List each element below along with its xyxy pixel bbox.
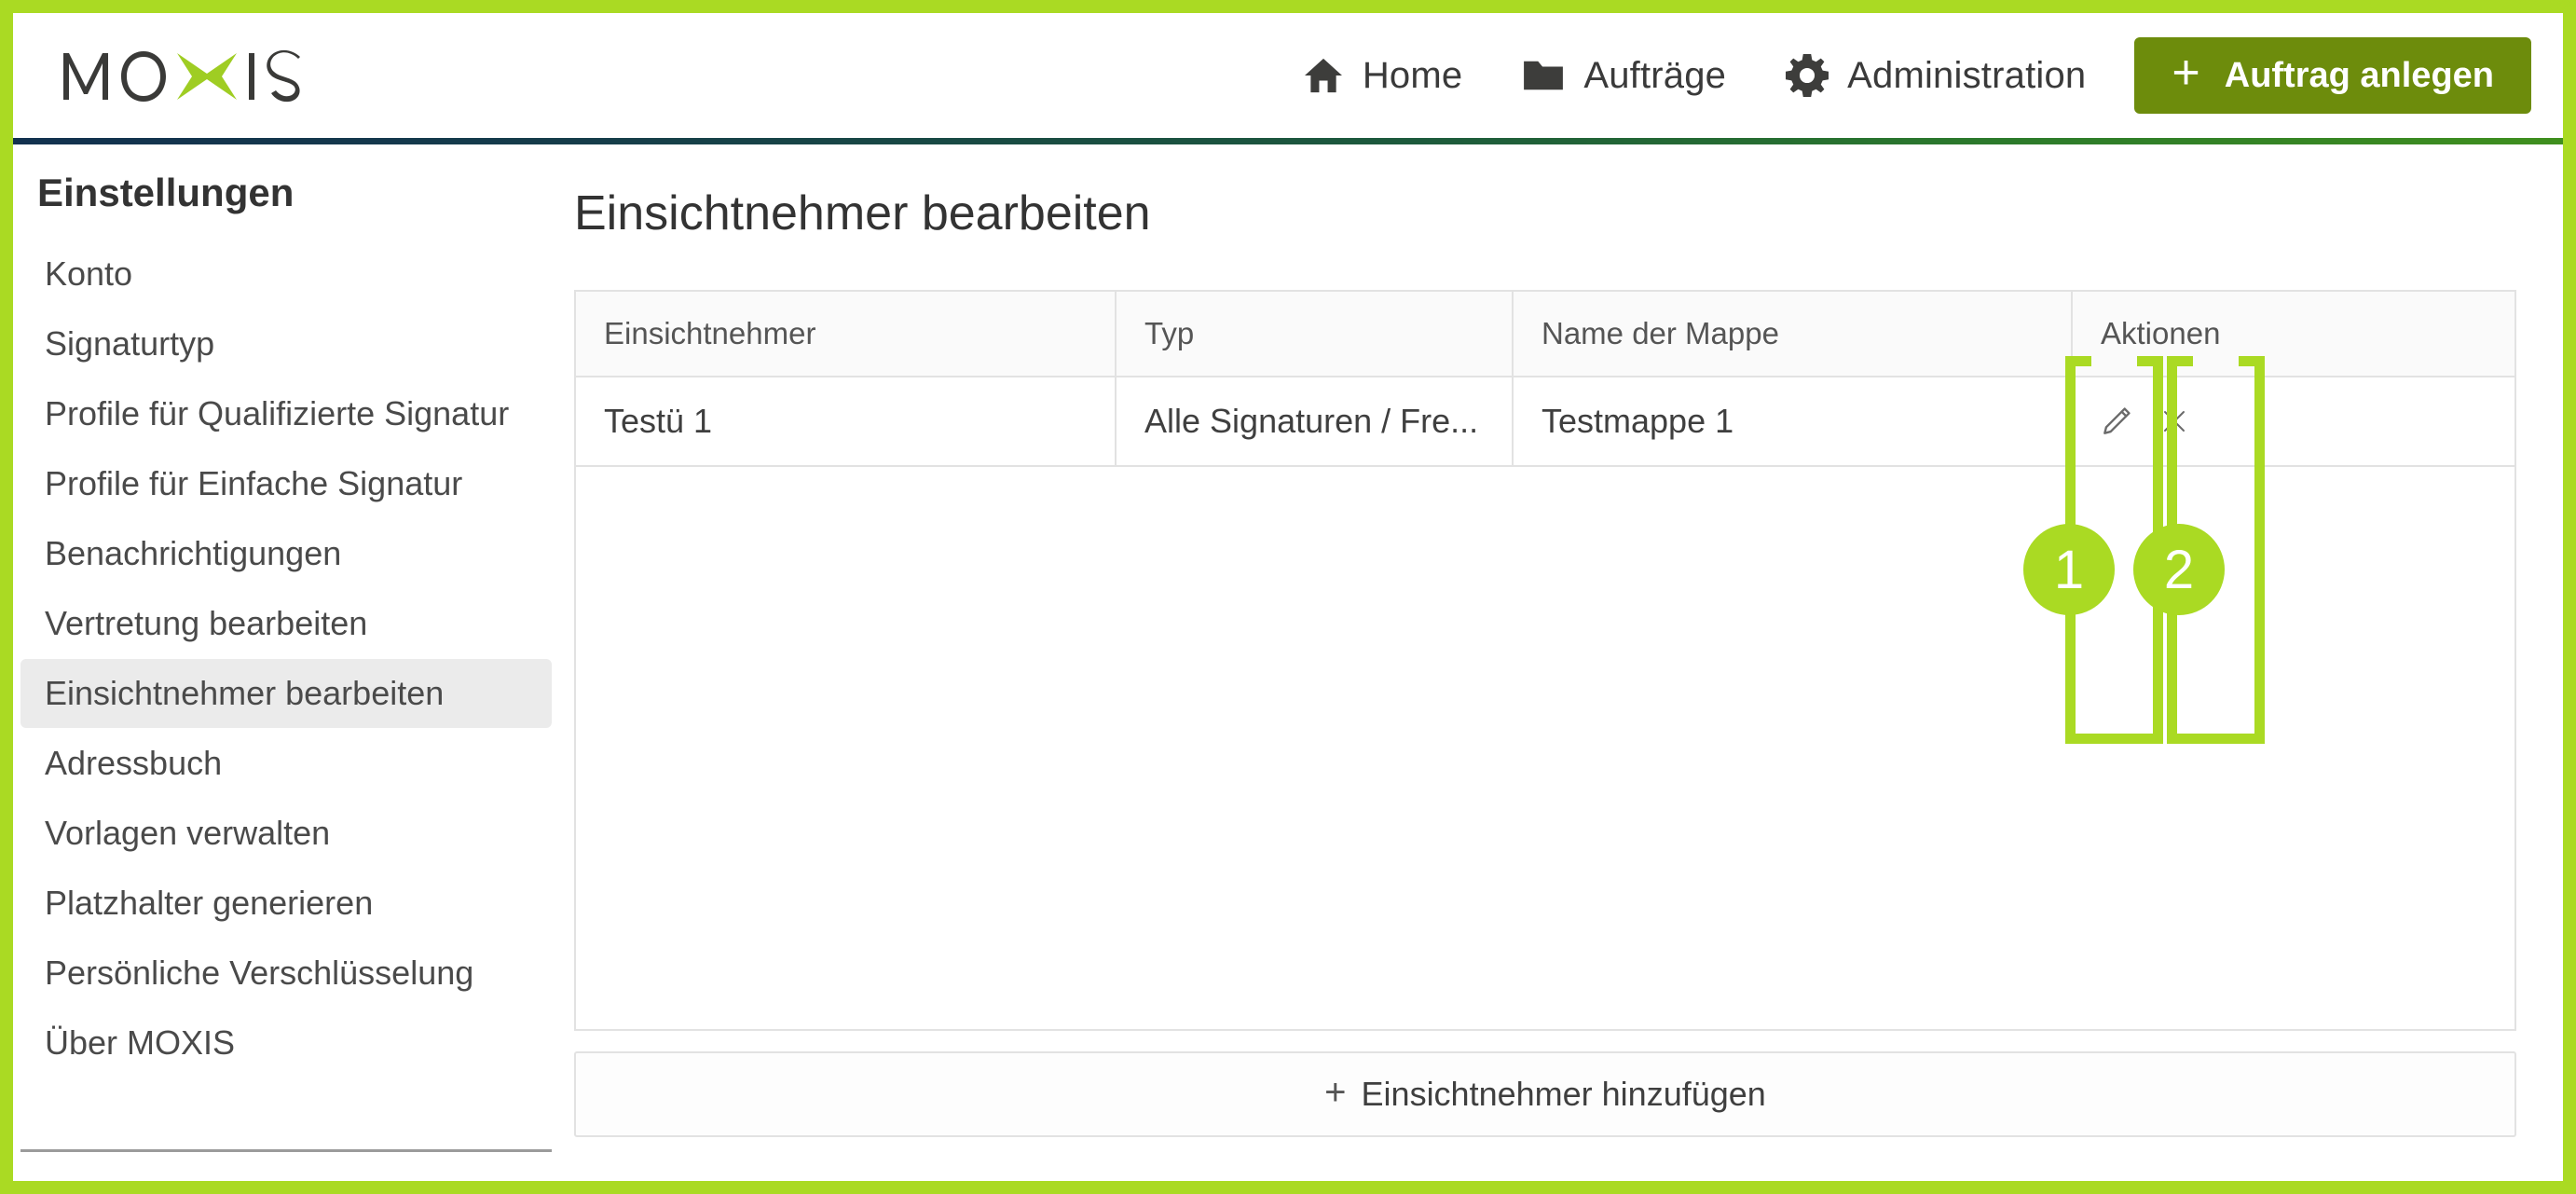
sidebar-item-profile-qualifizierte-signatur[interactable]: Profile für Qualifizierte Signatur <box>21 379 552 448</box>
table-header-row: Einsichtnehmer Typ Name der Mappe Aktion… <box>576 292 2514 377</box>
home-icon <box>1303 57 1344 94</box>
cell-typ: Alle Signaturen / Fre... <box>1117 377 1514 465</box>
nav-item-administration[interactable]: Administration <box>1786 54 2086 97</box>
column-header-aktionen: Aktionen <box>2101 316 2221 350</box>
gear-icon <box>1786 54 1829 97</box>
page-title: Einsichtnehmer bearbeiten <box>574 186 1151 240</box>
sidebar-item-vertretung-bearbeiten[interactable]: Vertretung bearbeiten <box>21 589 552 658</box>
sidebar-title: Einstellungen <box>37 171 295 214</box>
sidebar-item-ueber-moxis[interactable]: Über MOXIS <box>21 1009 552 1077</box>
settings-sidebar: Einstellungen Konto Signaturtyp Profile … <box>13 144 559 1181</box>
column-header-name-der-mappe: Name der Mappe <box>1514 292 2073 376</box>
einsichtnehmer-table: Einsichtnehmer Typ Name der Mappe Aktion… <box>574 290 2516 1031</box>
main-nav: Home Aufträge Administration <box>1303 54 2087 97</box>
annotation-badge-2: 2 <box>2133 524 2225 615</box>
edit-pencil-icon[interactable] <box>2088 382 2145 460</box>
cell-name-der-mappe: Testmappe 1 <box>1514 377 2073 465</box>
main-content: Einsichtnehmer bearbeiten Einsichtnehmer… <box>559 144 2563 1181</box>
nav-item-home[interactable]: Home <box>1303 55 1463 97</box>
sidebar-item-persoenliche-verschluesselung[interactable]: Persönliche Verschlüsselung <box>21 939 552 1008</box>
sidebar-item-benachrichtigungen[interactable]: Benachrichtigungen <box>21 519 552 588</box>
plus-icon: + <box>2172 45 2200 100</box>
sidebar-divider <box>21 1149 552 1152</box>
sidebar-item-profile-einfache-signatur[interactable]: Profile für Einfache Signatur <box>21 449 552 518</box>
add-einsichtnehmer-button[interactable]: + Einsichtnehmer hinzufügen <box>574 1051 2516 1137</box>
annotation-badge-1: 1 <box>2023 524 2115 615</box>
nav-item-home-label: Home <box>1362 54 1463 96</box>
moxis-logo[interactable] <box>58 13 337 138</box>
delete-x-icon[interactable] <box>2145 382 2203 460</box>
header-gradient-rule <box>13 138 2563 144</box>
cell-aktionen <box>2073 377 2514 465</box>
column-header-einsichtnehmer: Einsichtnehmer <box>576 292 1117 376</box>
cell-einsichtnehmer: Testü 1 <box>576 377 1117 465</box>
nav-item-auftraege[interactable]: Aufträge <box>1522 55 1726 97</box>
top-navigation-bar: Home Aufträge Administration + Auftrag a… <box>13 13 2563 138</box>
plus-icon: + <box>1324 1071 1347 1113</box>
sidebar-item-konto[interactable]: Konto <box>21 240 552 309</box>
sidebar-item-adressbuch[interactable]: Adressbuch <box>21 729 552 798</box>
sidebar-item-einsichtnehmer-bearbeiten[interactable]: Einsichtnehmer bearbeiten <box>21 659 552 728</box>
column-header-typ: Typ <box>1117 292 1514 376</box>
sidebar-item-vorlagen-verwalten[interactable]: Vorlagen verwalten <box>21 799 552 868</box>
nav-item-administration-label: Administration <box>1847 54 2087 96</box>
add-einsichtnehmer-button-label: Einsichtnehmer hinzufügen <box>1361 1075 1766 1113</box>
nav-item-auftraege-label: Aufträge <box>1583 54 1727 96</box>
create-order-button-label: Auftrag anlegen <box>2224 55 2494 95</box>
sidebar-item-signaturtyp[interactable]: Signaturtyp <box>21 309 552 378</box>
app-window: Home Aufträge Administration + Auftrag a… <box>0 0 2576 1194</box>
sidebar-item-platzhalter-generieren[interactable]: Platzhalter generieren <box>21 869 552 938</box>
table-row: Testü 1 Alle Signaturen / Fre... Testmap… <box>576 377 2514 467</box>
create-order-button[interactable]: + Auftrag anlegen <box>2134 37 2531 114</box>
page-body: Einstellungen Konto Signaturtyp Profile … <box>13 144 2563 1181</box>
folder-icon <box>1522 58 1565 93</box>
